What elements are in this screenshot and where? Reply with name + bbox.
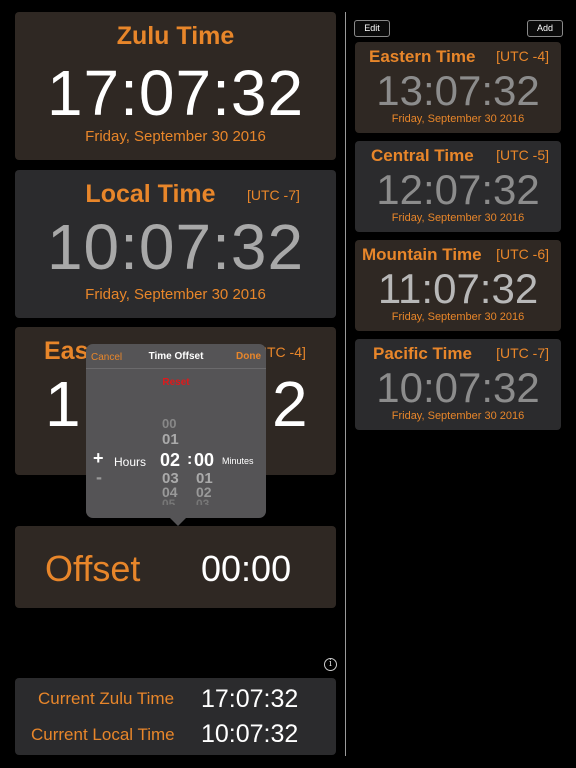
zone-date: Friday, September 30 2016 (391, 410, 525, 422)
hours-option[interactable]: 05 (162, 497, 175, 505)
reset-button[interactable]: Reset (86, 377, 266, 388)
edit-button[interactable]: Edit (354, 20, 390, 37)
offset-label: Offset (45, 548, 141, 589)
hours-label: Hours (114, 455, 147, 469)
current-local-value: 10:07:32 (201, 720, 299, 748)
add-button[interactable]: Add (527, 20, 563, 37)
zone-title: Mountain Time (362, 245, 482, 264)
minutes-selected[interactable]: 00 (194, 450, 214, 471)
decrement-button[interactable]: - (96, 467, 102, 488)
local-date: Friday, September 30 2016 (85, 286, 266, 303)
zone-title: Central Time (371, 146, 474, 165)
eastern-title-fragment: Eas (44, 337, 89, 365)
current-local-label: Current Local Time (31, 725, 175, 744)
zone-card-mountain[interactable]: Mountain Time [UTC -6] 11:07:32 Friday, … (355, 240, 561, 331)
eastern-time-right: 2 (272, 368, 308, 440)
zulu-title: Zulu Time (116, 22, 235, 50)
local-time-card: Local Time [UTC -7] 10:07:32 Friday, Sep… (15, 170, 336, 318)
time-offset-popover: Cancel Time Offset Done Reset + - Hours … (86, 344, 266, 518)
local-utc: [UTC -7] (247, 187, 300, 203)
local-time: 10:07:32 (46, 211, 305, 283)
zone-utc: [UTC -5] (496, 147, 549, 163)
minutes-option[interactable]: 03 (196, 497, 209, 505)
zulu-time-card: Zulu Time 17:07:32 Friday, September 30 … (15, 12, 336, 160)
popover-divider (86, 368, 266, 369)
zone-date: Friday, September 30 2016 (391, 212, 525, 224)
hours-option[interactable]: 00 (162, 416, 176, 431)
info-icon[interactable]: i (324, 658, 337, 671)
zulu-date: Friday, September 30 2016 (85, 128, 266, 145)
zone-card-central[interactable]: Central Time [UTC -5] 12:07:32 Friday, S… (355, 141, 561, 232)
hours-picker[interactable]: 00 01 02 03 04 05 (160, 416, 190, 512)
zone-time: 12:07:32 (376, 166, 540, 213)
zone-time: 10:07:32 (376, 364, 540, 411)
zone-time: 11:07:32 (377, 265, 539, 312)
split-divider (345, 12, 346, 756)
increment-button[interactable]: + (93, 448, 104, 469)
zone-utc: [UTC -7] (496, 345, 549, 361)
zone-date: Friday, September 30 2016 (391, 113, 525, 125)
hours-selected[interactable]: 02 (160, 450, 180, 471)
zone-card-pacific[interactable]: Pacific Time [UTC -7] 10:07:32 Friday, S… (355, 339, 561, 430)
zulu-time: 17:07:32 (46, 57, 305, 129)
hours-option[interactable]: 01 (162, 431, 179, 448)
offset-value: 00:00 (201, 548, 292, 589)
current-zulu-label: Current Zulu Time (38, 689, 175, 708)
zone-title: Eastern Time (369, 47, 476, 66)
zone-card-eastern[interactable]: Eastern Time [UTC -4] 13:07:32 Friday, S… (355, 42, 561, 133)
minutes-label: Minutes (222, 456, 254, 466)
zone-date: Friday, September 30 2016 (391, 311, 525, 323)
current-times-card: Current Zulu Time 17:07:32 Current Local… (15, 678, 336, 755)
current-zulu-value: 17:07:32 (201, 685, 299, 713)
minutes-picker[interactable]: 00 01 02 03 (194, 416, 224, 512)
hours-minutes-separator: : (187, 451, 193, 468)
zone-utc: [UTC -6] (496, 246, 549, 262)
zone-time: 13:07:32 (376, 67, 540, 114)
done-button[interactable]: Done (236, 351, 261, 362)
offset-card[interactable]: Offset 00:00 (15, 526, 336, 608)
eastern-time-left: 1 (45, 368, 81, 440)
zone-utc: [UTC -4] (496, 48, 549, 64)
popover-arrow (170, 518, 186, 526)
zone-title: Pacific Time (373, 344, 472, 363)
